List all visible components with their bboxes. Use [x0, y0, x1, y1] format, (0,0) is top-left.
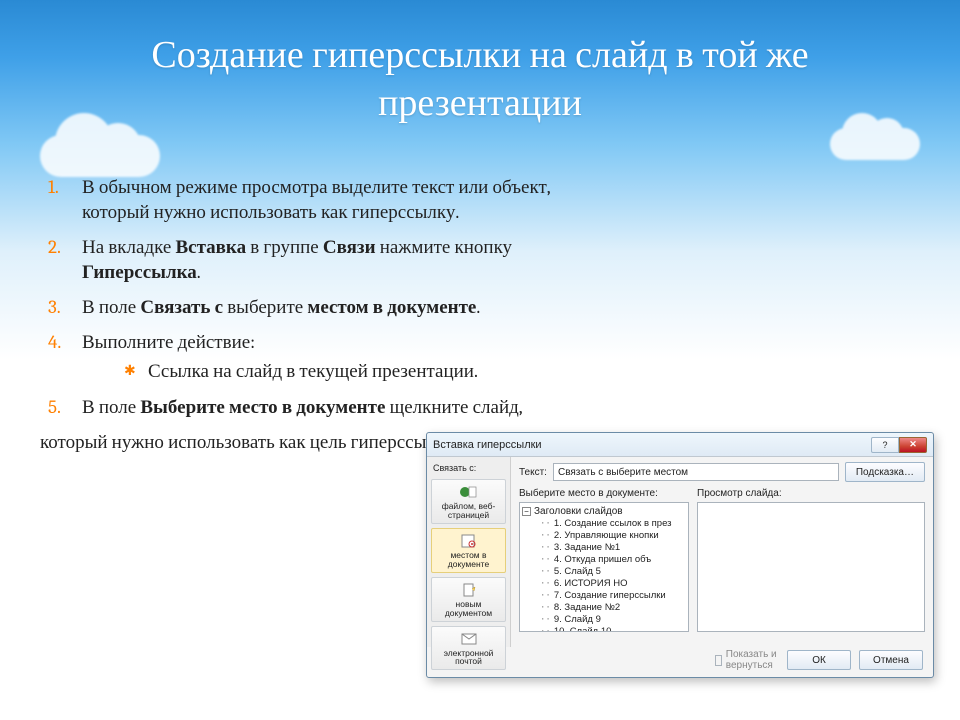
ok-button[interactable]: ОК [787, 650, 851, 670]
cancel-button[interactable]: Отмена [859, 650, 923, 670]
dialog-titlebar[interactable]: Вставка гиперссылки ? ✕ [427, 433, 933, 457]
link-with-sidebar: Связать с: файлом, веб-страницей местом … [427, 457, 511, 647]
step-4-text: Выполните действие: [82, 331, 255, 353]
text-label: Текст: [519, 467, 547, 478]
step-1-text: В обычном режиме просмотра выделите текс… [82, 176, 550, 223]
insert-hyperlink-dialog: Вставка гиперссылки ? ✕ Связать с: файло… [426, 432, 934, 678]
slide-title: Создание гиперссылки на слайд в той же п… [0, 0, 960, 127]
step-3: В поле Связать с выберите местом в докум… [40, 295, 560, 320]
tree-item[interactable]: ··4. Откуда пришел объ [540, 553, 686, 565]
tree-item[interactable]: ··3. Задание №1 [540, 541, 686, 553]
tree-item[interactable]: ··8. Задание №2 [540, 601, 686, 613]
tree-item[interactable]: ··9. Слайд 9 [540, 613, 686, 625]
tree-item[interactable]: ··1. Создание ссылок в през [540, 517, 686, 529]
document-target-icon [460, 533, 478, 549]
choose-place-label: Выберите место в документе: [519, 488, 689, 499]
step-1: В обычном режиме просмотра выделите текс… [40, 175, 560, 225]
tree-item[interactable]: ··2. Управляющие кнопки [540, 529, 686, 541]
preview-label: Просмотр слайда: [697, 488, 925, 499]
link-with-label: Связать с: [431, 463, 506, 473]
tree-item[interactable]: ··5. Слайд 5 [540, 565, 686, 577]
new-document-icon [460, 582, 478, 598]
tree-item[interactable]: ·· 6. ИСТОРИЯ НО [540, 577, 686, 589]
instruction-list: В обычном режиме просмотра выделите текс… [40, 175, 560, 455]
tree-item[interactable]: ··7. Создание гиперссылки [540, 589, 686, 601]
step-4-sub: Ссылка на слайд в текущей презентации. [120, 359, 560, 384]
dialog-title: Вставка гиперссылки [433, 439, 542, 451]
sidebar-item-email[interactable]: электронной почтой [431, 626, 506, 671]
show-and-return-checkbox[interactable]: Показать и вернуться [715, 649, 779, 671]
sidebar-item-place-in-doc[interactable]: местом в документе [431, 528, 506, 573]
email-icon [460, 631, 478, 647]
tree-item[interactable]: ··10. Слайд 10 [540, 625, 686, 632]
slide-tree[interactable]: −Заголовки слайдов ··1. Создание ссылок … [519, 502, 689, 632]
checkbox-icon [715, 655, 722, 666]
tree-root-label: Заголовки слайдов [534, 506, 623, 517]
screentip-button[interactable]: Подсказка… [845, 462, 925, 482]
close-icon[interactable]: ✕ [899, 437, 927, 453]
help-icon[interactable]: ? [871, 437, 899, 453]
cloud-decoration [40, 135, 160, 177]
step-4: Выполните действие: Ссылка на слайд в те… [40, 330, 560, 384]
globe-file-icon [460, 484, 478, 500]
sidebar-item-new-doc[interactable]: новым документом [431, 577, 506, 622]
step-5: В поле Выберите место в документе щелкни… [40, 395, 560, 420]
display-text-input[interactable]: Связать с выберите местом [553, 463, 839, 481]
cloud-decoration [830, 128, 920, 160]
slide-preview [697, 502, 925, 632]
sidebar-item-webpage[interactable]: файлом, веб-страницей [431, 479, 506, 524]
step-2: На вкладке Вставка в группе Связи нажмит… [40, 235, 560, 285]
tree-collapse-icon[interactable]: − [522, 507, 531, 516]
